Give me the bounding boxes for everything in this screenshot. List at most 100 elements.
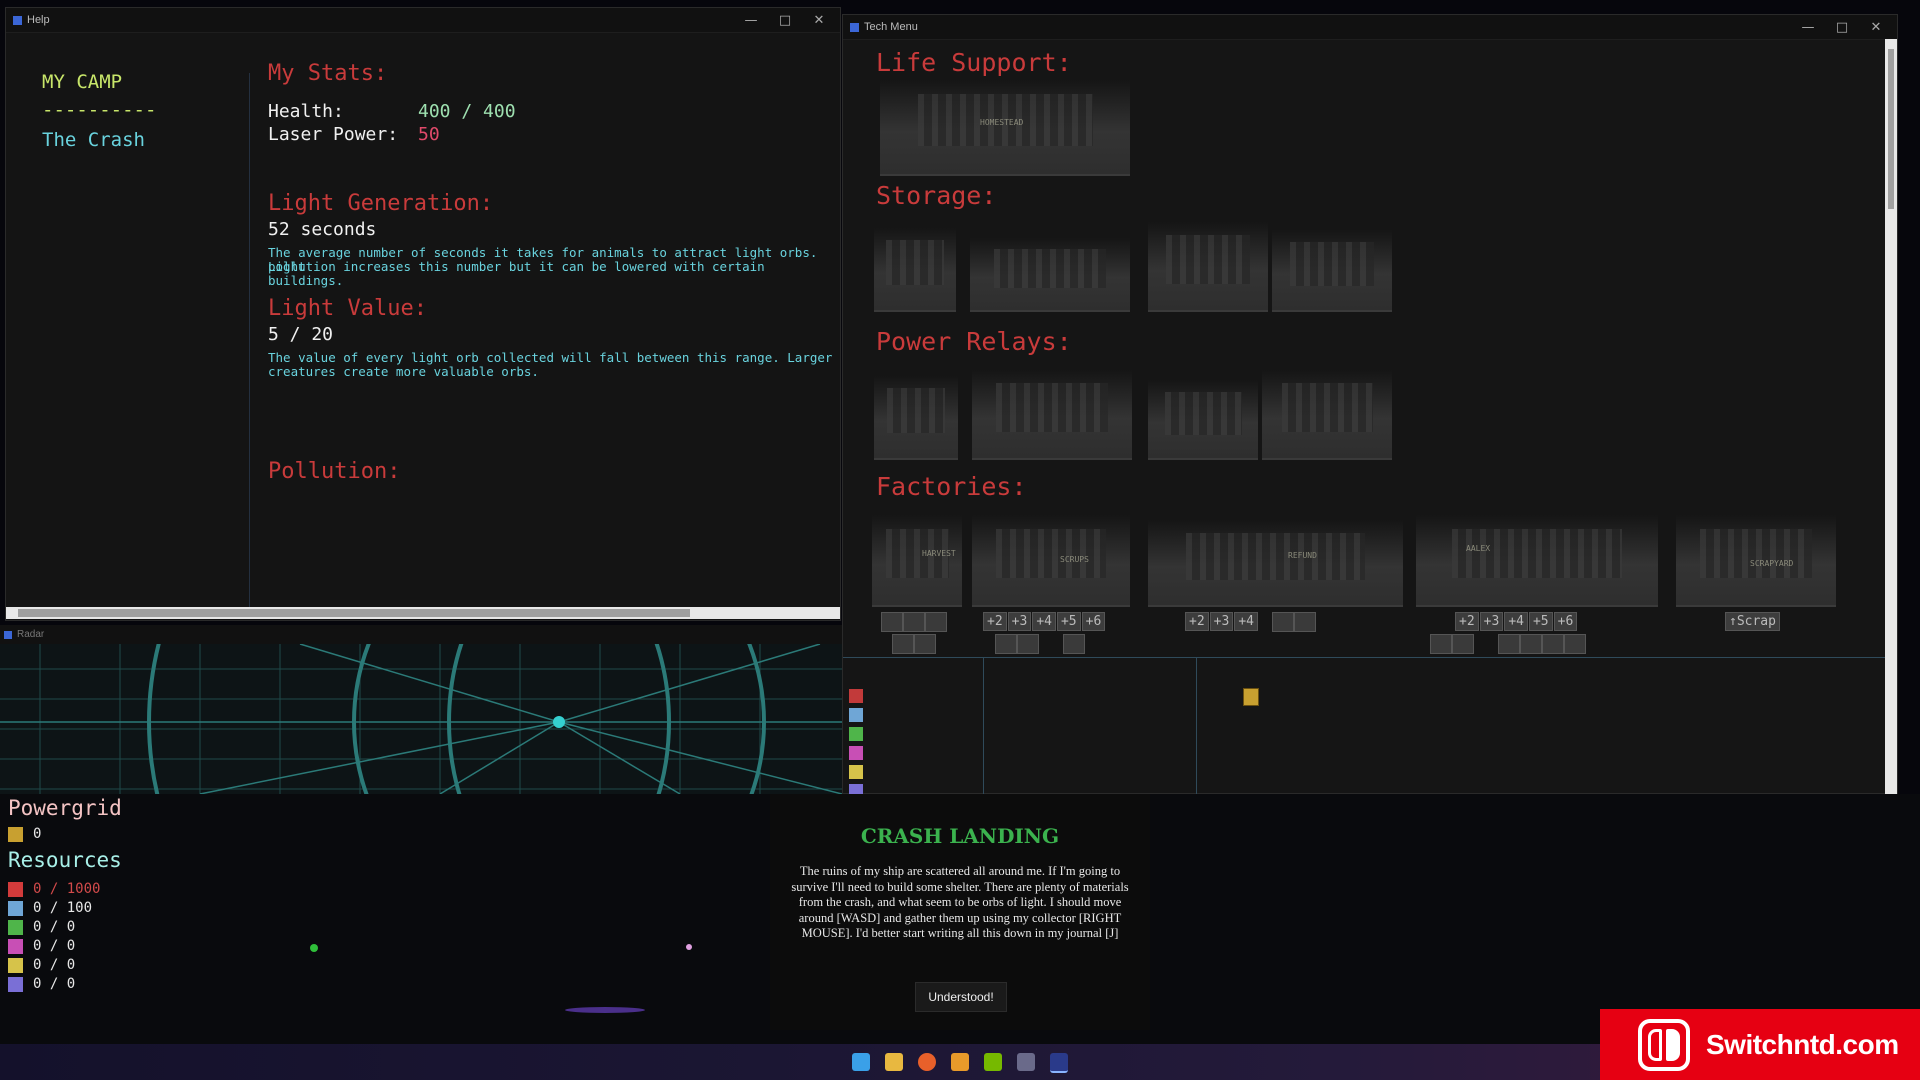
level-button[interactable]: +4 — [1234, 612, 1258, 631]
upgrade-icon[interactable] — [1294, 612, 1316, 632]
resource-row: 0 / 0 — [8, 919, 75, 935]
pink-gem-icon — [8, 938, 23, 954]
radar-view[interactable] — [0, 644, 842, 794]
light-value-desc-2: creatures create more valuable orbs. — [268, 364, 539, 379]
health-label: Health: — [268, 101, 344, 122]
green-tree-icon[interactable] — [849, 727, 863, 741]
yellow-gear-icon[interactable] — [849, 765, 863, 779]
level-button[interactable]: +6 — [1081, 612, 1106, 631]
maximize-button[interactable]: □ — [1825, 15, 1859, 39]
level-button[interactable]: +2 — [983, 612, 1007, 631]
upgrade-icon[interactable] — [1542, 634, 1564, 654]
horizontal-scrollbar[interactable] — [6, 607, 840, 619]
battery-icon[interactable] — [1243, 688, 1259, 706]
upgrade-icon[interactable] — [914, 634, 936, 654]
upgrade-icon[interactable] — [1272, 612, 1294, 632]
pink-gem-icon[interactable] — [849, 746, 863, 760]
level-button[interactable]: +4 — [1504, 612, 1528, 631]
scrap-button-wrap: ↑Scrap — [1725, 612, 1780, 631]
vertical-scrollbar[interactable] — [1885, 39, 1897, 795]
file-explorer-icon[interactable] — [885, 1053, 903, 1071]
sidebar-item-my-camp[interactable]: MY CAMP — [42, 68, 156, 96]
level-buttons-scrups: +2 +3 +4 +5 +6 — [983, 612, 1106, 631]
upgrade-icon[interactable] — [1063, 634, 1085, 654]
upgrade-icon[interactable] — [903, 612, 925, 632]
story-dialog: CRASH LANDING The ruins of my ship are s… — [770, 794, 1150, 1030]
watermark-text: Switchntd.com — [1706, 1028, 1899, 1060]
level-button[interactable]: +4 — [1032, 612, 1056, 631]
building-storage-3[interactable] — [1148, 222, 1268, 312]
building-storage-1[interactable] — [874, 228, 956, 312]
crash-debris — [565, 1007, 645, 1013]
building-relay-2[interactable] — [972, 370, 1132, 460]
light-gen-heading: Light Generation: — [268, 191, 494, 216]
sublime-icon[interactable] — [951, 1053, 969, 1071]
upgrade-icon[interactable] — [995, 634, 1017, 654]
scrollbar-thumb[interactable] — [1888, 49, 1894, 209]
level-button[interactable]: +3 — [1209, 612, 1234, 631]
app-icon[interactable] — [1017, 1053, 1035, 1071]
violet-orb-icon[interactable] — [849, 784, 863, 794]
help-titlebar[interactable]: Help — [6, 8, 840, 33]
understood-button[interactable]: Understood! — [915, 982, 1007, 1012]
red-crate-icon[interactable] — [849, 689, 863, 703]
building-scrups[interactable] — [972, 515, 1130, 607]
game-app-icon[interactable] — [1050, 1053, 1068, 1073]
switch-logo-icon — [1638, 1018, 1690, 1071]
upgrade-icon[interactable] — [925, 612, 947, 632]
start-icon[interactable] — [852, 1053, 870, 1071]
building-relay-1[interactable] — [874, 376, 958, 460]
resource-row: 0 / 0 — [8, 957, 75, 973]
upgrade-icon[interactable] — [1430, 634, 1452, 654]
building-homestead[interactable] — [880, 80, 1130, 176]
building-storage-4[interactable] — [1272, 230, 1392, 312]
battery-icon — [8, 826, 23, 842]
close-button[interactable]: ✕ — [1859, 15, 1893, 39]
level-button[interactable]: +6 — [1553, 612, 1578, 631]
app-icon — [13, 15, 22, 25]
building-aalex[interactable] — [1416, 515, 1658, 607]
upgrade-icon[interactable] — [881, 612, 903, 632]
blue-cell-icon[interactable] — [849, 708, 863, 722]
building-harvest[interactable] — [872, 515, 962, 607]
maximize-button[interactable]: □ — [768, 8, 802, 32]
tech-titlebar[interactable]: Tech Menu — [843, 15, 1897, 40]
building-relay-4[interactable] — [1262, 370, 1392, 460]
building-relay-3[interactable] — [1148, 380, 1258, 460]
level-button[interactable]: +5 — [1528, 612, 1553, 631]
upgrade-icon[interactable] — [1452, 634, 1474, 654]
building-refund[interactable] — [1148, 520, 1403, 607]
upgrade-icon[interactable] — [1564, 634, 1586, 654]
scrap-button[interactable]: ↑Scrap — [1725, 612, 1780, 631]
upgrade-icon[interactable] — [892, 634, 914, 654]
level-button[interactable]: +5 — [1056, 612, 1081, 631]
upgrade-icon[interactable] — [1498, 634, 1520, 654]
minimize-button[interactable]: — — [734, 8, 768, 32]
radar-titlebar[interactable]: Radar — [0, 625, 842, 644]
close-button[interactable]: ✕ — [802, 8, 836, 32]
light-value-value: 5 / 20 — [268, 324, 334, 345]
building-storage-2[interactable] — [970, 238, 1130, 312]
upgrade-icon[interactable] — [1520, 634, 1542, 654]
upgrade-icon[interactable] — [1017, 634, 1039, 654]
dialog-text: The ruins of my ship are scattered all a… — [791, 864, 1129, 940]
nvidia-icon[interactable] — [984, 1053, 1002, 1071]
level-button[interactable]: +3 — [1479, 612, 1504, 631]
minimize-button[interactable]: — — [1791, 15, 1825, 39]
firefox-icon[interactable] — [918, 1053, 936, 1071]
laser-value: 50 — [418, 124, 440, 145]
level-button[interactable]: +3 — [1007, 612, 1032, 631]
scrollbar-thumb[interactable] — [18, 609, 690, 617]
level-button[interactable]: +2 — [1455, 612, 1479, 631]
watermark: Switchntd.com — [1600, 1009, 1920, 1080]
sidebar-divider: ---------- — [42, 99, 157, 121]
level-button[interactable]: +2 — [1185, 612, 1209, 631]
sidebar-item-the-crash[interactable]: The Crash — [42, 126, 156, 154]
light-value-desc-1: The value of every light orb collected w… — [268, 350, 833, 365]
resource-value: 0 / 0 — [33, 938, 76, 954]
resource-value: 0 / 0 — [33, 957, 76, 973]
health-value: 400 / 400 — [418, 101, 516, 122]
scrups-label: SCRUPS — [1060, 555, 1089, 564]
aalex-label: AALEX — [1466, 544, 1491, 553]
homestead-label: HOMESTEAD — [980, 118, 1024, 127]
